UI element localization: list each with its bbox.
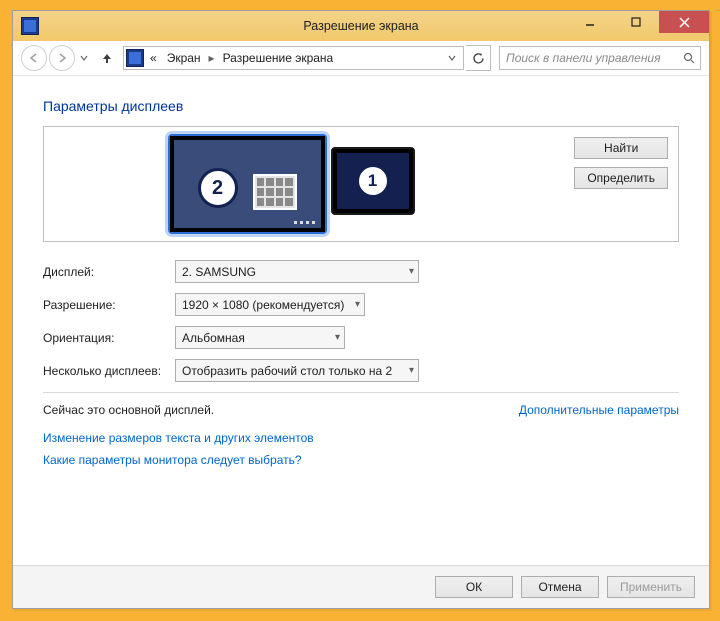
monitor-number: 1	[356, 164, 390, 198]
multiple-displays-label: Несколько дисплеев:	[43, 364, 175, 378]
resolution-select[interactable]: 1920 × 1080 (рекомендуется) ▾	[175, 293, 365, 316]
resolution-value: 1920 × 1080 (рекомендуется)	[182, 298, 344, 312]
back-button[interactable]	[21, 45, 47, 71]
monitor-1[interactable]: 1	[331, 147, 415, 215]
taskbar-icon	[180, 221, 315, 224]
advanced-settings-link[interactable]: Дополнительные параметры	[519, 403, 679, 417]
find-button[interactable]: Найти	[574, 137, 668, 159]
search-input[interactable]	[504, 50, 682, 66]
dialog-footer: ОК Отмена Применить	[13, 565, 709, 608]
divider	[43, 392, 679, 393]
resolution-label: Разрешение:	[43, 298, 175, 312]
main-display-status: Сейчас это основной дисплей.	[43, 403, 214, 417]
display-icon	[126, 49, 144, 67]
window: Разрешение экрана	[12, 10, 710, 609]
apply-button[interactable]: Применить	[607, 576, 695, 598]
chevron-down-icon: ▾	[335, 332, 340, 343]
desktop-icon	[253, 174, 297, 210]
identify-button[interactable]: Определить	[574, 167, 668, 189]
monitor-help-link[interactable]: Какие параметры монитора следует выбрать…	[43, 453, 302, 467]
monitor-2[interactable]: 2	[168, 134, 327, 234]
page-title: Параметры дисплеев	[43, 98, 679, 114]
address-dropdown[interactable]	[443, 51, 461, 65]
orientation-select[interactable]: Альбомная ▾	[175, 326, 345, 349]
titlebar: Разрешение экрана	[13, 11, 709, 41]
up-button[interactable]	[95, 46, 119, 70]
side-button-group: Найти Определить	[574, 137, 668, 189]
search-box[interactable]	[499, 46, 701, 70]
multiple-displays-select[interactable]: Отобразить рабочий стол только на 2 ▾	[175, 359, 419, 382]
content-area: Параметры дисплеев 2	[13, 76, 709, 565]
breadcrumb-item[interactable]: Экран	[163, 51, 205, 65]
refresh-button[interactable]	[466, 45, 491, 71]
display-select[interactable]: 2. SAMSUNG ▾	[175, 260, 419, 283]
chevron-right-icon: ▸	[207, 51, 217, 65]
display-label: Дисплей:	[43, 265, 175, 279]
monitor-number: 2	[198, 168, 238, 208]
chevron-down-icon: ▾	[409, 266, 414, 277]
orientation-value: Альбомная	[182, 331, 245, 345]
ok-button[interactable]: ОК	[435, 576, 513, 598]
cancel-button[interactable]: Отмена	[521, 576, 599, 598]
history-dropdown[interactable]	[77, 54, 91, 62]
settings-form: Дисплей: 2. SAMSUNG ▾ Разрешение: 1920 ×…	[43, 260, 679, 382]
display-arrangement[interactable]: 2 1	[44, 127, 538, 241]
window-title: Разрешение экрана	[13, 19, 709, 33]
search-icon	[682, 52, 696, 64]
breadcrumb-item[interactable]: Разрешение экрана	[219, 51, 338, 65]
chevron-down-icon: ▾	[355, 299, 360, 310]
display-value: 2. SAMSUNG	[182, 265, 256, 279]
address-bar[interactable]: « Экран ▸ Разрешение экрана	[123, 46, 464, 70]
display-arrangement-frame: 2 1	[43, 126, 679, 242]
resize-text-link[interactable]: Изменение размеров текста и других элеме…	[43, 431, 314, 445]
multiple-displays-value: Отобразить рабочий стол только на 2	[182, 364, 392, 378]
navigation-bar: « Экран ▸ Разрешение экрана	[13, 41, 709, 76]
orientation-label: Ориентация:	[43, 331, 175, 345]
forward-button[interactable]	[49, 45, 75, 71]
breadcrumb-prefix: «	[146, 51, 161, 65]
chevron-down-icon: ▾	[409, 365, 414, 376]
